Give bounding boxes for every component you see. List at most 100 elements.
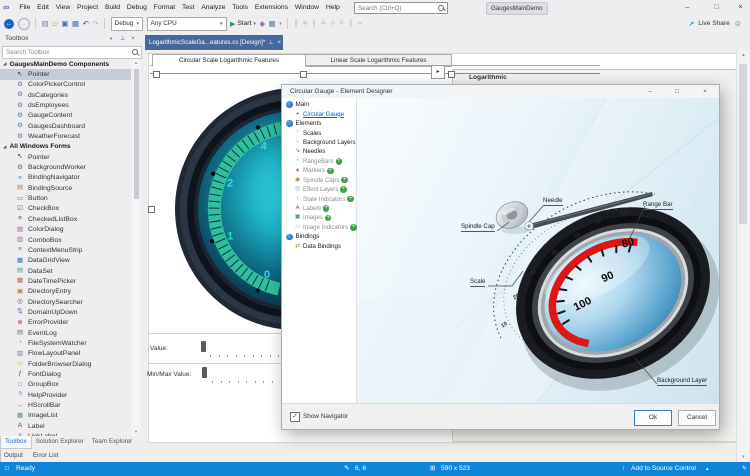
toolbox-item-weatherforecast[interactable]: ⚙WeatherForecast <box>0 131 131 141</box>
align-lefts-icon[interactable]: ╟ <box>294 20 300 27</box>
quick-search-box[interactable]: Search (Ctrl+Q) <box>354 2 448 14</box>
dialog-minimize-button[interactable]: – <box>638 85 662 98</box>
toolbox-section-header[interactable]: ◢GaugesMainDemo Components <box>0 59 131 69</box>
toolbox-item-dsemployees[interactable]: ⚙dsEmployees <box>0 100 131 110</box>
toolbox-section-header[interactable]: ◢All Windows Forms <box>0 142 131 152</box>
toolbox-item-backgroundworker[interactable]: ⚙BackgroundWorker <box>0 162 131 172</box>
toolbox-item-directoryentry[interactable]: ▣DirectoryEntry <box>0 287 131 297</box>
scroll-up-icon[interactable]: ▴ <box>132 60 140 66</box>
toolbox-item-directorysearcher[interactable]: ◎DirectorySearcher <box>0 297 131 307</box>
selection-handle[interactable] <box>300 71 307 78</box>
toolbox-item-pointer[interactable]: ↖Pointer <box>0 152 131 162</box>
add-element-icon[interactable]: + <box>350 224 357 231</box>
tree-item-bindings[interactable]: Bindings <box>282 232 356 241</box>
toolbox-item-pointer[interactable]: ↖Pointer <box>0 69 131 79</box>
window-minimize-button[interactable]: – <box>675 0 700 15</box>
toolbox-item-bindingnavigator[interactable]: »BindingNavigator <box>0 173 131 183</box>
toolbox-search-box[interactable]: Search Toolbox <box>2 46 142 59</box>
close-panel-icon[interactable]: × <box>131 32 135 45</box>
panel-tab-error-list[interactable]: Error List <box>29 452 59 459</box>
ok-button[interactable]: Ok <box>634 410 672 426</box>
redo-icon[interactable]: ↷ <box>92 19 98 29</box>
tree-item-effect-layers[interactable]: ◎Effect Layers+ <box>282 185 356 194</box>
menu-project[interactable]: Project <box>74 0 102 15</box>
toolbox-item-contextmenustrip[interactable]: ≡ContextMenuStrip <box>0 245 131 255</box>
toolbox-scrollbar[interactable]: ▴ ▾ <box>132 59 140 436</box>
tool-tab-solution-explorer[interactable]: Solution Explorer <box>32 436 88 448</box>
toolbox-item-imagelist[interactable]: ▦ImageList <box>0 411 131 421</box>
open-folder-icon[interactable]: ▱ <box>52 19 58 29</box>
toolbox-item-groupbox[interactable]: □GroupBox <box>0 380 131 390</box>
add-element-icon[interactable]: + <box>336 158 343 165</box>
toolbox-item-datagridview[interactable]: ▦DataGridView <box>0 256 131 266</box>
window-maximize-button[interactable]: □ <box>704 0 729 15</box>
toolbox-item-label[interactable]: ALabel <box>0 421 131 431</box>
toolbox-item-colordialog[interactable]: ▨ColorDialog <box>0 225 131 235</box>
preview-icon[interactable]: ▦ <box>269 19 276 29</box>
selection-handle[interactable] <box>148 206 155 213</box>
scroll-down-icon[interactable]: ▾ <box>737 454 750 460</box>
designer-vertical-scrollbar[interactable]: ▴ ▾ <box>736 50 750 462</box>
add-element-icon[interactable]: + <box>325 215 332 222</box>
menu-tools[interactable]: Tools <box>229 0 252 15</box>
panel-tab-output[interactable]: Output <box>0 452 23 459</box>
menu-analyze[interactable]: Analyze <box>198 0 229 15</box>
toolbox-item-dscategories[interactable]: ⚙dsCategories <box>0 90 131 100</box>
tree-item-labels[interactable]: ALabels+ <box>282 204 356 213</box>
tree-item-elements[interactable]: Elements <box>282 119 356 128</box>
dialog-maximize-button[interactable]: □ <box>665 85 689 98</box>
tree-item-markers[interactable]: ▴Markers+ <box>282 166 356 175</box>
toolbox-item-fontdialog[interactable]: ƒFontDialog <box>0 369 131 379</box>
tree-item-data-bindings[interactable]: ⇄Data Bindings <box>282 242 356 251</box>
toolbox-item-colorpickercontrol[interactable]: ⚙ColorPickerControl <box>0 80 131 90</box>
window-close-button[interactable]: × <box>731 0 750 15</box>
navigate-forward-icon[interactable]: → <box>18 18 30 30</box>
menu-test[interactable]: Test <box>179 0 198 15</box>
tree-item-scales[interactable]: ◜Scales <box>282 128 356 137</box>
toolbox-item-hscrollbar[interactable]: ↔HScrollBar <box>0 400 131 410</box>
tree-item-image-indicators[interactable]: ▱Image Indicators+ <box>282 223 356 232</box>
menu-edit[interactable]: Edit <box>34 0 53 15</box>
menu-format[interactable]: Format <box>150 0 178 15</box>
live-share-icon[interactable]: ↗ <box>688 20 694 28</box>
toolbox-item-checkbox[interactable]: ☑CheckBox <box>0 204 131 214</box>
menu-debug[interactable]: Debug <box>123 0 150 15</box>
add-element-icon[interactable]: + <box>323 205 330 212</box>
pin-tab-icon[interactable]: ⊥ <box>266 39 275 46</box>
tree-item-background-layers[interactable]: ○Background Layers <box>282 138 356 147</box>
add-element-icon[interactable]: + <box>341 177 348 184</box>
close-tab-icon[interactable]: × <box>275 40 283 46</box>
auto-hide-pin-icon[interactable]: ⊥ <box>120 32 126 45</box>
toolbar-overflow-icon[interactable]: ▾ <box>279 19 282 29</box>
add-to-source-control[interactable]: Add to Source Control <box>631 462 696 476</box>
navigate-back-icon[interactable]: ← <box>4 19 14 29</box>
tree-item-images[interactable]: ▣Images+ <box>282 213 356 222</box>
tree-item-circular-gauge[interactable]: ◕Circular Gauge <box>282 109 356 118</box>
undo-icon[interactable]: ↶ <box>83 19 89 29</box>
minmax-trackbar-thumb[interactable] <box>202 367 207 378</box>
menu-extensions[interactable]: Extensions <box>251 0 291 15</box>
tree-item-needles[interactable]: ↘Needles <box>282 147 356 156</box>
menu-file[interactable]: File <box>16 0 34 15</box>
tree-item-main[interactable]: Main <box>282 100 356 109</box>
toolbox-item-combobox[interactable]: ▥ComboBox <box>0 235 131 245</box>
debug-configuration-select[interactable]: Debug▾ <box>111 17 143 31</box>
toolbox-item-eventlog[interactable]: ▤EventLog <box>0 328 131 338</box>
designer-tab-circular[interactable]: Circular Scale Logarithmic Features <box>152 54 306 67</box>
menu-window[interactable]: Window <box>292 0 323 15</box>
menu-view[interactable]: View <box>52 0 73 15</box>
menu-build[interactable]: Build <box>102 0 124 15</box>
toolbox-item-dataset[interactable]: ▤DataSet <box>0 266 131 276</box>
align-bottoms-icon[interactable]: ╨ <box>339 20 345 27</box>
add-element-icon[interactable]: + <box>327 168 334 175</box>
cancel-button[interactable]: Cancel <box>678 410 716 426</box>
toolbox-item-errorprovider[interactable]: ⊗ErrorProvider <box>0 318 131 328</box>
dialog-title-bar[interactable]: Circular Gauge - Element Designer – □ × <box>282 85 719 98</box>
toolbox-item-checkedlistbox[interactable]: ≡CheckedListBox <box>0 214 131 224</box>
toolbox-item-flowlayoutpanel[interactable]: ▥FlowLayoutPanel <box>0 349 131 359</box>
toolbox-item-gaugecontent[interactable]: ⚙GaugeContent <box>0 111 131 121</box>
selection-handle[interactable] <box>153 71 160 78</box>
align-tops-icon[interactable]: ╧ <box>321 20 327 27</box>
align-centers-icon[interactable]: ╪ <box>303 20 309 27</box>
live-share-label[interactable]: Live Share <box>698 20 730 27</box>
